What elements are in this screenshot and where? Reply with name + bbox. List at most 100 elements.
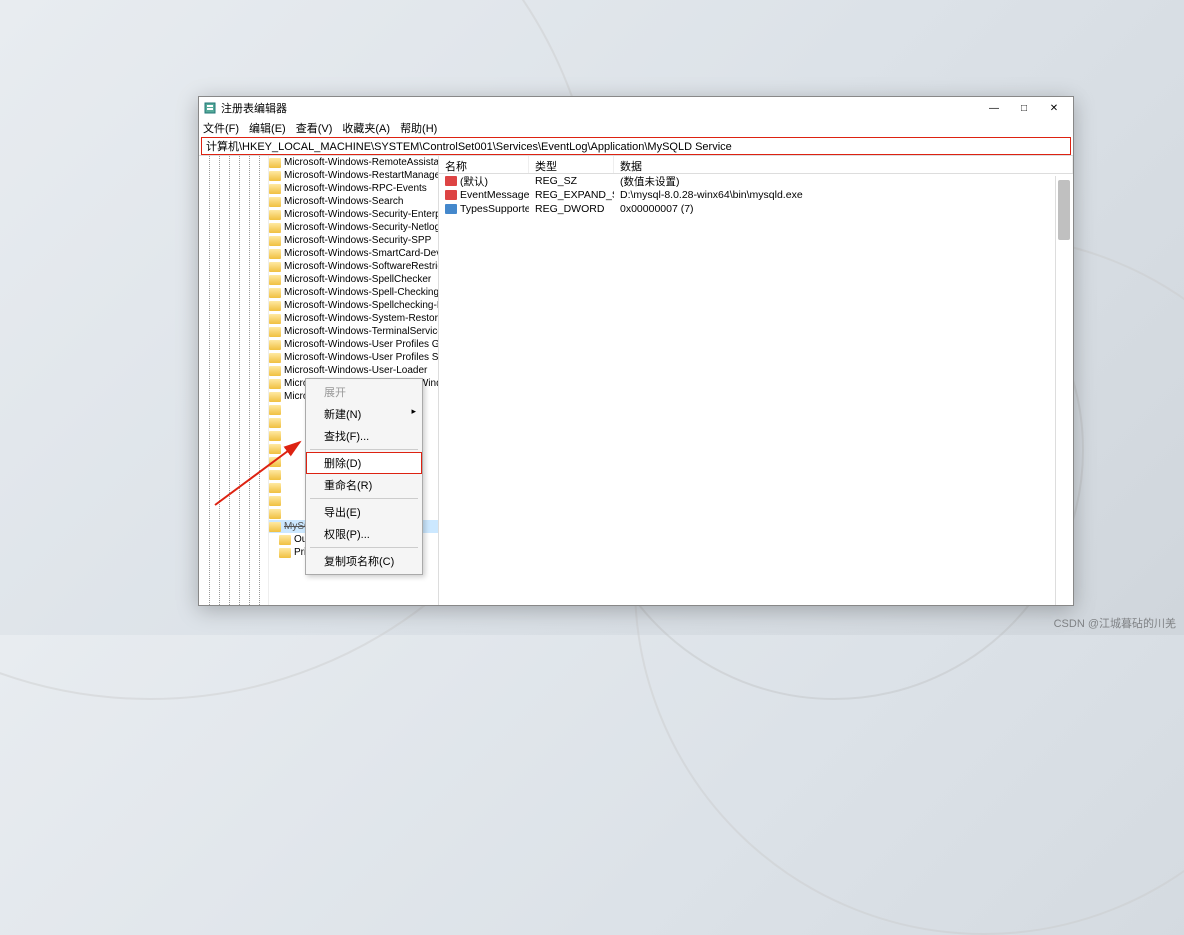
value-data: (数值未设置) <box>614 174 1073 189</box>
tree-item-label: Microsoft-Windows-User-Loader <box>284 365 427 376</box>
folder-icon <box>269 366 281 376</box>
ctx-delete[interactable]: 删除(D) <box>306 452 422 474</box>
value-name: EventMessage... <box>460 189 529 201</box>
menu-help[interactable]: 帮助(H) <box>400 120 437 136</box>
ctx-rename[interactable]: 重命名(R) <box>306 474 422 496</box>
tree-item[interactable]: Microsoft-Windows-SoftwareRestrictionP <box>269 260 438 273</box>
tree-item-label: Microsoft-Windows-TerminalServices-Clie <box>284 326 438 337</box>
tree-item-label: Microsoft-Windows-Search <box>284 196 403 207</box>
tree-item[interactable]: Microsoft-Windows-Security-Netlogon <box>269 221 438 234</box>
value-data: D:\mysql-8.0.28-winx64\bin\mysqld.exe <box>614 189 1073 201</box>
tree-item-label: Microsoft-Windows-SoftwareRestrictionP <box>284 261 438 272</box>
folder-icon <box>269 470 281 480</box>
menubar: 文件(F) 编辑(E) 查看(V) 收藏夹(A) 帮助(H) <box>199 119 1073 137</box>
tree-item[interactable]: Microsoft-Windows-User-Loader <box>269 364 438 377</box>
tree-item-label: Microsoft-Windows-SpellChecker <box>284 274 431 285</box>
tree-item[interactable]: Microsoft-Windows-Search <box>269 195 438 208</box>
tree-item-label: Microsoft-Windows-System-Restore <box>284 313 438 324</box>
values-scrollbar[interactable] <box>1055 176 1073 605</box>
col-data[interactable]: 数据 <box>614 156 1073 173</box>
address-bar[interactable]: 计算机\HKEY_LOCAL_MACHINE\SYSTEM\ControlSet… <box>201 137 1071 155</box>
ctx-separator <box>310 449 418 450</box>
tree-item[interactable]: Microsoft-Windows-System-Restore <box>269 312 438 325</box>
watermark: CSDN @江城暮砧的川羌 <box>1054 615 1176 631</box>
ctx-permissions[interactable]: 权限(P)... <box>306 523 422 545</box>
folder-icon <box>269 262 281 272</box>
ctx-separator <box>310 498 418 499</box>
tree-item-label: Microsoft-Windows-RestartManager <box>284 170 438 181</box>
tree-item-label: Microsoft-Windows-User Profiles Service <box>284 352 438 363</box>
folder-icon <box>269 236 281 246</box>
tree-gutter <box>199 156 269 605</box>
menu-file[interactable]: 文件(F) <box>203 120 239 136</box>
value-name: TypesSupported <box>460 203 529 215</box>
tree-item[interactable]: Microsoft-Windows-SpellChecker <box>269 273 438 286</box>
value-type: REG_DWORD <box>529 203 614 215</box>
maximize-button[interactable]: □ <box>1009 98 1039 118</box>
values-header: 名称 类型 数据 <box>439 156 1073 174</box>
ctx-export[interactable]: 导出(E) <box>306 501 422 523</box>
tree-item-label: Microsoft-Windows-User Profiles Genera <box>284 339 438 350</box>
titlebar[interactable]: 注册表编辑器 — □ ✕ <box>199 97 1073 119</box>
folder-icon <box>269 301 281 311</box>
tree-item[interactable]: Microsoft-Windows-RemoteAssistance <box>269 156 438 169</box>
ctx-expand: 展开 <box>306 381 422 403</box>
col-name[interactable]: 名称 <box>439 156 529 173</box>
menu-edit[interactable]: 编辑(E) <box>249 120 286 136</box>
folder-icon <box>269 223 281 233</box>
tree-item-label: Microsoft-Windows-Spell-Checking <box>284 287 438 298</box>
ctx-find[interactable]: 查找(F)... <box>306 425 422 447</box>
tree-item[interactable]: Microsoft-Windows-RestartManager <box>269 169 438 182</box>
col-type[interactable]: 类型 <box>529 156 614 173</box>
address-text: 计算机\HKEY_LOCAL_MACHINE\SYSTEM\ControlSet… <box>206 138 732 154</box>
tree-item[interactable]: Microsoft-Windows-Spellchecking-Host <box>269 299 438 312</box>
context-menu: 展开 新建(N) 查找(F)... 删除(D) 重命名(R) 导出(E) 权限(… <box>305 378 423 575</box>
tree-item[interactable]: Microsoft-Windows-User Profiles Genera <box>269 338 438 351</box>
tree-item[interactable]: Microsoft-Windows-TerminalServices-Clie <box>269 325 438 338</box>
folder-icon <box>269 418 281 428</box>
app-icon <box>203 101 217 115</box>
ctx-new[interactable]: 新建(N) <box>306 403 422 425</box>
value-row[interactable]: EventMessage...REG_EXPAND_SZD:\mysql-8.0… <box>439 188 1073 202</box>
tree-item-label: Microsoft-Windows-Security-Netlogon <box>284 222 438 233</box>
folder-icon <box>279 548 291 558</box>
tree-item[interactable]: Microsoft-Windows-Security-EnterpriseD <box>269 208 438 221</box>
folder-icon <box>269 444 281 454</box>
tree-item[interactable]: Microsoft-Windows-Security-SPP <box>269 234 438 247</box>
tree-item[interactable]: Microsoft-Windows-SmartCard-DeviceEn <box>269 247 438 260</box>
tree-item-label: Microsoft-Windows-Spellchecking-Host <box>284 300 438 311</box>
folder-icon <box>269 522 281 532</box>
value-row[interactable]: TypesSupportedREG_DWORD0x00000007 (7) <box>439 202 1073 216</box>
ctx-copy-name[interactable]: 复制项名称(C) <box>306 550 422 572</box>
window-title: 注册表编辑器 <box>221 100 287 116</box>
folder-icon <box>269 509 281 519</box>
values-body: (默认)REG_SZ(数值未设置)EventMessage...REG_EXPA… <box>439 174 1073 216</box>
folder-icon <box>269 327 281 337</box>
tree-item[interactable]: Microsoft-Windows-User Profiles Service <box>269 351 438 364</box>
value-row[interactable]: (默认)REG_SZ(数值未设置) <box>439 174 1073 188</box>
tree-item[interactable]: Microsoft-Windows-RPC-Events <box>269 182 438 195</box>
binary-value-icon <box>445 204 457 214</box>
minimize-button[interactable]: — <box>979 98 1009 118</box>
folder-icon <box>269 496 281 506</box>
folder-icon <box>269 431 281 441</box>
folder-icon <box>269 275 281 285</box>
folder-icon <box>269 314 281 324</box>
tree-item[interactable]: Microsoft-Windows-Spell-Checking <box>269 286 438 299</box>
folder-icon <box>269 405 281 415</box>
tree-item-label: Microsoft-Windows-Security-SPP <box>284 235 431 246</box>
menu-view[interactable]: 查看(V) <box>296 120 333 136</box>
folder-icon <box>269 392 281 402</box>
close-button[interactable]: ✕ <box>1039 98 1069 118</box>
folder-icon <box>269 249 281 259</box>
folder-icon <box>269 340 281 350</box>
folder-icon <box>269 457 281 467</box>
folder-icon <box>269 288 281 298</box>
folder-icon <box>269 197 281 207</box>
folder-icon <box>269 483 281 493</box>
tree-item-label: Microsoft-Windows-RPC-Events <box>284 183 427 194</box>
tree-item-label: Microsoft-Windows-Security-EnterpriseD <box>284 209 438 220</box>
value-type: REG_SZ <box>529 175 614 187</box>
menu-favorites[interactable]: 收藏夹(A) <box>342 120 390 136</box>
value-type: REG_EXPAND_SZ <box>529 189 614 201</box>
